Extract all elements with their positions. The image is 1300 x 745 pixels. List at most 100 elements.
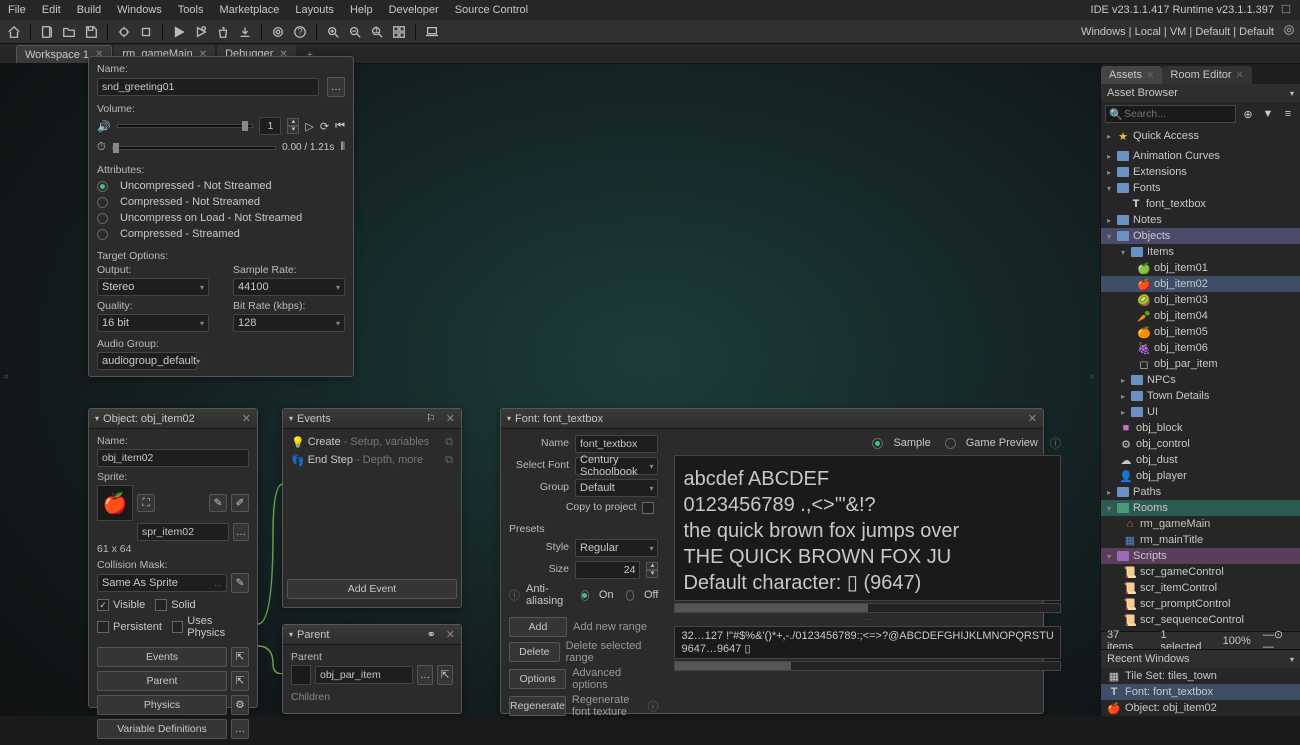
tree-folder-town-details[interactable]: ▸Town Details	[1101, 388, 1300, 404]
zoom-in-icon[interactable]	[323, 22, 343, 42]
volume-spinner[interactable]: ▴▾	[287, 118, 299, 134]
tree-obj-item02[interactable]: 🍎obj_item02	[1101, 276, 1300, 292]
aa-off-radio[interactable]	[626, 590, 634, 601]
range-row-1[interactable]: 9647…9647 ▯	[681, 642, 1053, 655]
parent-open-icon[interactable]: ⇱	[437, 665, 453, 685]
recent-item-0[interactable]: ▦Tile Set: tiles_town	[1101, 668, 1300, 684]
persistent-checkbox[interactable]	[97, 621, 109, 633]
notifications-icon[interactable]	[1280, 3, 1292, 18]
workspace-canvas[interactable]: « » Name: snd_greeting01 … Volume: 🔊 1 ▴…	[0, 64, 1300, 716]
attr-radio-1[interactable]	[97, 197, 108, 208]
create-exe-icon[interactable]	[235, 22, 255, 42]
tree-folder-ui[interactable]: ▸UI	[1101, 404, 1300, 420]
game-options-icon[interactable]	[268, 22, 288, 42]
copy-to-project-checkbox[interactable]	[642, 502, 654, 514]
close-icon[interactable]: ✕	[1236, 70, 1244, 81]
event-item-create[interactable]: 💡 Create - Setup, variables ⧉	[287, 433, 457, 451]
menu-marketplace[interactable]: Marketplace	[219, 4, 279, 16]
tree-scr-3[interactable]: 📜scr_sequenceControl	[1101, 612, 1300, 628]
save-icon[interactable]	[81, 22, 101, 42]
add-range-button[interactable]: Add	[509, 617, 567, 637]
open-project-icon[interactable]	[59, 22, 79, 42]
physics-checkbox[interactable]	[172, 621, 183, 633]
sprite-name-field[interactable]: spr_item02	[137, 523, 229, 541]
link-icon[interactable]: ⧉	[445, 436, 453, 449]
tree-obj-control[interactable]: ⚙obj_control	[1101, 436, 1300, 452]
size-spinner[interactable]: ▴▾	[646, 562, 658, 578]
menu-file[interactable]: File	[8, 4, 26, 16]
link-icon[interactable]: ⧉	[445, 454, 453, 467]
tree-scr-2[interactable]: 📜scr_promptControl	[1101, 596, 1300, 612]
menu-tools[interactable]: Tools	[178, 4, 204, 16]
tree-obj-block[interactable]: ■obj_block	[1101, 420, 1300, 436]
sound-name-field[interactable]: snd_greeting01	[97, 78, 319, 96]
tree-scr-0[interactable]: 📜scr_gameControl	[1101, 564, 1300, 580]
new-sprite-icon[interactable]: ✎	[209, 494, 227, 512]
tree-folder-npcs[interactable]: ▸NPCs	[1101, 372, 1300, 388]
font-select[interactable]: Century Schoolbook▾	[575, 457, 658, 475]
attr-radio-3[interactable]	[97, 229, 108, 240]
menu-source-control[interactable]: Source Control	[455, 4, 528, 16]
chevron-down-icon[interactable]: ▾	[1290, 655, 1294, 664]
aa-on-radio[interactable]	[581, 590, 589, 601]
debug-icon[interactable]	[114, 22, 134, 42]
menu-help[interactable]: Help	[350, 4, 373, 16]
zoom-reset-icon[interactable]: 1	[367, 22, 387, 42]
tree-folder-rooms[interactable]: ▾Rooms	[1101, 500, 1300, 516]
close-icon[interactable]: ✕	[446, 628, 455, 641]
menu-build[interactable]: Build	[77, 4, 101, 16]
font-style-select[interactable]: Regular▾	[575, 539, 658, 557]
tree-room-gamemain[interactable]: ⌂rm_gameMain	[1101, 516, 1300, 532]
tree-scr-1[interactable]: 📜scr_itemControl	[1101, 580, 1300, 596]
volume-slider[interactable]	[117, 124, 254, 128]
sidebar-tab-room[interactable]: Room Editor✕	[1162, 66, 1252, 84]
tree-asset-font-textbox[interactable]: Tfont_textbox	[1101, 196, 1300, 212]
home-icon[interactable]	[4, 22, 24, 42]
expand-sprite-icon[interactable]: ⛶	[137, 494, 155, 512]
output-select[interactable]: Stereo▾	[97, 278, 209, 296]
info-icon[interactable]: ⓘ	[647, 698, 658, 714]
left-dock-handle[interactable]: «	[2, 374, 12, 379]
collision-select[interactable]: Same As Sprite…	[97, 574, 227, 592]
tree-obj-par-item[interactable]: ◻obj_par_item	[1101, 356, 1300, 372]
tree-obj-item03[interactable]: 🥝obj_item03	[1101, 292, 1300, 308]
quality-select[interactable]: 16 bit▾	[97, 314, 209, 332]
chevron-down-icon[interactable]: ▾	[95, 414, 99, 423]
range-row-0[interactable]: 32…127 !"#$%&'()*+,-./0123456789:;<=>?@A…	[681, 630, 1053, 642]
font-size-field[interactable]: 24	[575, 561, 640, 579]
bitrate-select[interactable]: 128▾	[233, 314, 345, 332]
vardef-button[interactable]: Variable Definitions	[97, 719, 227, 739]
tree-folder-objects[interactable]: ▾Objects	[1101, 228, 1300, 244]
menu-windows[interactable]: Windows	[117, 4, 162, 16]
parent-sprite-preview[interactable]	[291, 665, 311, 685]
right-dock-handle[interactable]: »	[1088, 374, 1098, 379]
solid-checkbox[interactable]	[155, 599, 167, 611]
close-icon[interactable]: ✕	[1146, 70, 1154, 81]
new-project-icon[interactable]	[37, 22, 57, 42]
delete-range-button[interactable]: Delete	[509, 642, 560, 662]
add-event-button[interactable]: Add Event	[287, 579, 457, 599]
events-button[interactable]: Events	[97, 647, 227, 667]
menu-edit[interactable]: Edit	[42, 4, 61, 16]
event-item-endstep[interactable]: 👣 End Step - Depth, more ⧉	[287, 451, 457, 469]
parent-popout-icon[interactable]: ⇱	[231, 671, 249, 691]
menu-developer[interactable]: Developer	[389, 4, 439, 16]
target-selector[interactable]: Windows | Local | VM | Default | Default	[1081, 26, 1274, 38]
filter-icon[interactable]: ▼	[1260, 106, 1276, 122]
tree-obj-item01[interactable]: 🍏obj_item01	[1101, 260, 1300, 276]
play-icon[interactable]: ▷	[305, 120, 313, 133]
physics-button[interactable]: Physics	[97, 695, 227, 715]
tree-folder-fonts[interactable]: ▾Fonts	[1101, 180, 1300, 196]
preview-scrollbar[interactable]	[674, 603, 1060, 613]
tree-folder-animation-curves[interactable]: ▸Animation Curves	[1101, 148, 1300, 164]
tree-obj-item06[interactable]: 🍇obj_item06	[1101, 340, 1300, 356]
tree-quick-access[interactable]: ▸★Quick Access	[1101, 128, 1300, 144]
range-scrollbar[interactable]	[674, 661, 1060, 671]
parent-name-field[interactable]: obj_par_item	[315, 666, 413, 684]
font-name-field[interactable]: font_textbox	[575, 435, 658, 453]
close-icon[interactable]: ✕	[242, 412, 251, 425]
regenerate-button[interactable]: Regenerate	[509, 696, 566, 716]
tree-folder-scripts[interactable]: ▾Scripts	[1101, 548, 1300, 564]
run-icon[interactable]	[169, 22, 189, 42]
sample-rate-select[interactable]: 44100▾	[233, 278, 345, 296]
